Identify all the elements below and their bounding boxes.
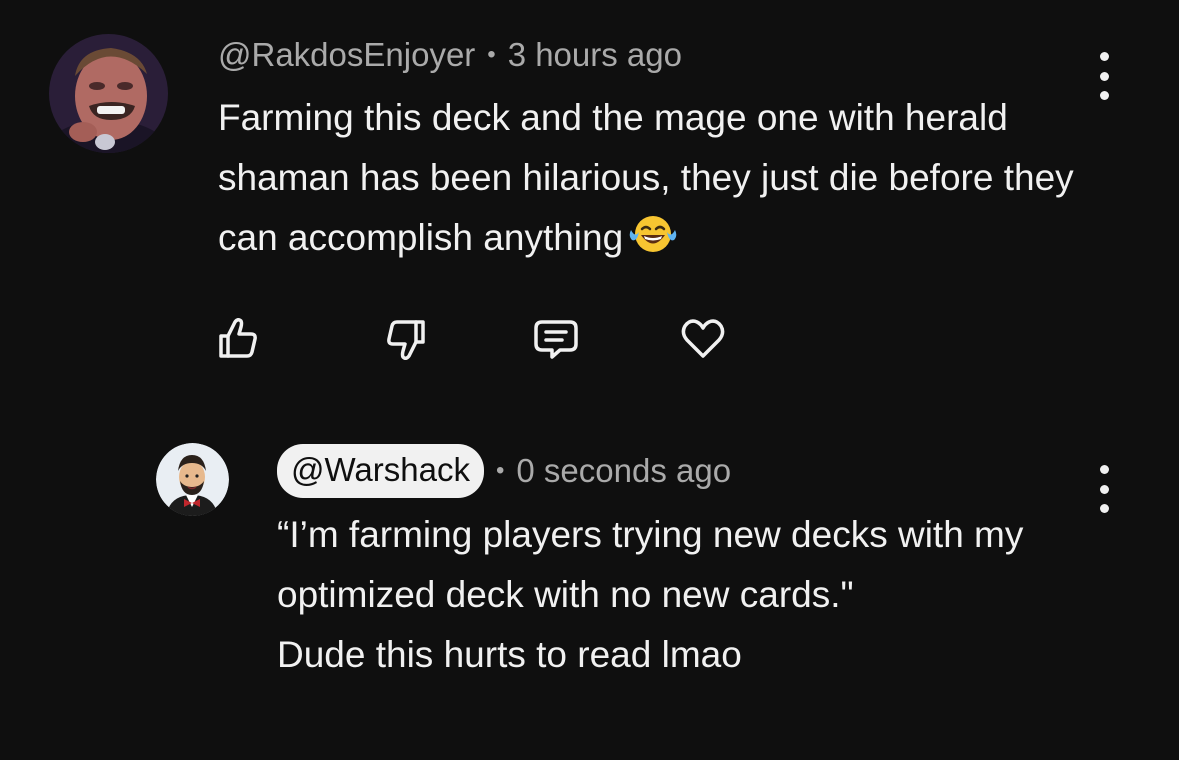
avatar[interactable]: [156, 443, 229, 516]
reply-quote-line: “I’m farming players trying new decks wi…: [277, 514, 1024, 615]
avatar-cartoon-icon: [156, 443, 229, 516]
like-button[interactable]: [213, 314, 261, 362]
thumbs-down-icon: [387, 320, 425, 361]
reply-time[interactable]: 0 seconds ago: [516, 452, 731, 490]
comment-time[interactable]: 3 hours ago: [508, 36, 682, 74]
more-dot-icon: [1099, 52, 1109, 61]
meta-separator: •: [495, 457, 505, 484]
reply-text: “I’m farming players trying new decks wi…: [277, 505, 1037, 685]
reply-comment-line: Dude this hurts to read lmao: [277, 634, 742, 675]
comment-author[interactable]: @RakdosEnjoyer: [218, 36, 475, 74]
comment-meta: @RakdosEnjoyer • 3 hours ago: [218, 36, 682, 74]
more-dot-icon: [1099, 465, 1109, 474]
laughing-tears-emoji-icon: [629, 212, 677, 274]
comment-text: Farming this deck and the mage one with …: [218, 88, 1088, 274]
reply-button[interactable]: [532, 314, 580, 362]
avatar[interactable]: [49, 34, 168, 153]
reply-author-pill[interactable]: @Warshack: [277, 444, 484, 498]
thumbs-up-icon: [219, 317, 257, 358]
dislike-button[interactable]: [383, 316, 431, 364]
reply-meta: @Warshack • 0 seconds ago: [277, 444, 731, 498]
heart-icon: [681, 319, 725, 358]
comment-bubble-icon: [534, 320, 578, 359]
reply-menu-button[interactable]: [1094, 465, 1114, 513]
meta-separator: •: [487, 41, 496, 68]
comment-menu-button[interactable]: [1094, 52, 1114, 100]
avatar-photo-icon: [49, 34, 168, 153]
more-dot-icon: [1099, 484, 1109, 494]
more-dot-icon: [1099, 71, 1109, 81]
more-dot-icon: [1099, 91, 1109, 100]
more-dot-icon: [1099, 504, 1109, 513]
heart-button[interactable]: [679, 314, 727, 362]
